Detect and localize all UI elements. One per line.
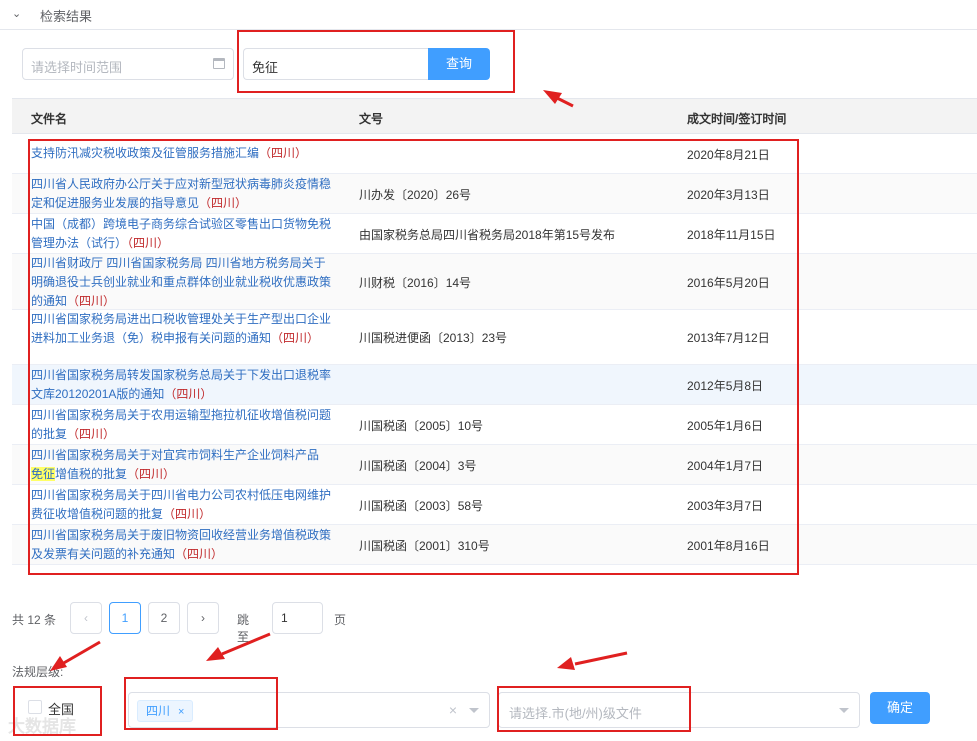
annotation-arrows xyxy=(50,90,628,671)
